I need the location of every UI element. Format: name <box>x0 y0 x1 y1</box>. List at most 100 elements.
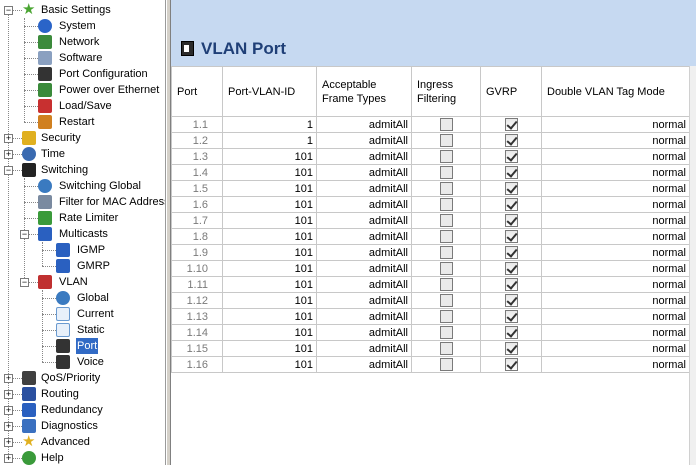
tree-item-poe[interactable]: Power over Ethernet <box>0 82 165 98</box>
gvrp-checkbox[interactable] <box>504 342 518 356</box>
tree-item-qos[interactable]: + QoS/Priority <box>0 370 165 386</box>
frame-types-cell[interactable]: admitAll <box>316 276 412 293</box>
tree-item-vlan[interactable]: − VLAN <box>0 274 165 290</box>
double-vlan-tag-mode-cell[interactable]: normal <box>541 148 690 165</box>
gvrp-checkbox[interactable] <box>504 214 518 228</box>
tree-item-vvoice[interactable]: Voice <box>0 354 165 370</box>
tree-item-routing[interactable]: + Routing <box>0 386 165 402</box>
table-row[interactable]: 1.10 101 admitAll normal <box>171 260 690 277</box>
table-row[interactable]: 1.13 101 admitAll normal <box>171 308 690 325</box>
table-row[interactable]: 1.15 101 admitAll normal <box>171 340 690 357</box>
tree-item-software[interactable]: Software <box>0 50 165 66</box>
expand-toggle-icon[interactable]: + <box>4 390 13 399</box>
ingress-filtering-checkbox[interactable] <box>439 214 453 228</box>
tree-item-vcurrent[interactable]: Current <box>0 306 165 322</box>
pvid-cell[interactable]: 101 <box>222 356 317 373</box>
ingress-filtering-checkbox[interactable] <box>439 278 453 292</box>
ingress-filtering-checkbox[interactable] <box>439 358 453 372</box>
table-row[interactable]: 1.3 101 admitAll normal <box>171 148 690 165</box>
tree-item-restart[interactable]: Restart <box>0 114 165 130</box>
frame-types-cell[interactable]: admitAll <box>316 228 412 245</box>
gvrp-checkbox[interactable] <box>504 230 518 244</box>
col-header-frame-types[interactable]: Acceptable Frame Types <box>316 66 412 117</box>
gvrp-checkbox[interactable] <box>504 246 518 260</box>
tree-item-diagnostics[interactable]: + Diagnostics <box>0 418 165 434</box>
expand-toggle-icon[interactable]: + <box>4 422 13 431</box>
gvrp-checkbox[interactable] <box>504 294 518 308</box>
frame-types-cell[interactable]: admitAll <box>316 132 412 149</box>
frame-types-cell[interactable]: admitAll <box>316 148 412 165</box>
frame-types-cell[interactable]: admitAll <box>316 244 412 261</box>
table-row[interactable]: 1.5 101 admitAll normal <box>171 180 690 197</box>
gvrp-checkbox[interactable] <box>504 198 518 212</box>
table-row[interactable]: 1.11 101 admitAll normal <box>171 276 690 293</box>
tree-item-macfilter[interactable]: Filter for MAC Addresses <box>0 194 165 210</box>
gvrp-checkbox[interactable] <box>504 262 518 276</box>
double-vlan-tag-mode-cell[interactable]: normal <box>541 180 690 197</box>
collapse-toggle-icon[interactable]: − <box>4 166 13 175</box>
double-vlan-tag-mode-cell[interactable]: normal <box>541 324 690 341</box>
ingress-filtering-checkbox[interactable] <box>439 134 453 148</box>
ingress-filtering-checkbox[interactable] <box>439 118 453 132</box>
tree-item-advanced[interactable]: + ★ Advanced <box>0 434 165 450</box>
col-header-ingress-filtering[interactable]: Ingress Filtering <box>411 66 481 117</box>
pvid-cell[interactable]: 101 <box>222 164 317 181</box>
gvrp-checkbox[interactable] <box>504 118 518 132</box>
gvrp-checkbox[interactable] <box>504 150 518 164</box>
pvid-cell[interactable]: 101 <box>222 148 317 165</box>
col-header-port[interactable]: Port <box>171 66 223 117</box>
tree-item-vstatic[interactable]: Static <box>0 322 165 338</box>
table-row[interactable]: 1.14 101 admitAll normal <box>171 324 690 341</box>
tree-item-vport[interactable]: Port <box>0 338 165 354</box>
gvrp-checkbox[interactable] <box>504 134 518 148</box>
ingress-filtering-checkbox[interactable] <box>439 262 453 276</box>
ingress-filtering-checkbox[interactable] <box>439 150 453 164</box>
pvid-cell[interactable]: 101 <box>222 340 317 357</box>
tree-item-basic[interactable]: − ★ Basic Settings <box>0 2 165 18</box>
double-vlan-tag-mode-cell[interactable]: normal <box>541 308 690 325</box>
table-row[interactable]: 1.7 101 admitAll normal <box>171 212 690 229</box>
double-vlan-tag-mode-cell[interactable]: normal <box>541 292 690 309</box>
double-vlan-tag-mode-cell[interactable]: normal <box>541 244 690 261</box>
expand-toggle-icon[interactable]: + <box>4 454 13 463</box>
tree-item-multicasts[interactable]: − Multicasts <box>0 226 165 242</box>
gvrp-checkbox[interactable] <box>504 326 518 340</box>
double-vlan-tag-mode-cell[interactable]: normal <box>541 356 690 373</box>
table-row[interactable]: 1.12 101 admitAll normal <box>171 292 690 309</box>
gvrp-checkbox[interactable] <box>504 310 518 324</box>
double-vlan-tag-mode-cell[interactable]: normal <box>541 164 690 181</box>
frame-types-cell[interactable]: admitAll <box>316 196 412 213</box>
expand-toggle-icon[interactable]: + <box>4 134 13 143</box>
table-row[interactable]: 1.16 101 admitAll normal <box>171 356 690 373</box>
table-row[interactable]: 1.6 101 admitAll normal <box>171 196 690 213</box>
double-vlan-tag-mode-cell[interactable]: normal <box>541 196 690 213</box>
tree-item-switching[interactable]: − Switching <box>0 162 165 178</box>
double-vlan-tag-mode-cell[interactable]: normal <box>541 116 690 133</box>
double-vlan-tag-mode-cell[interactable]: normal <box>541 260 690 277</box>
table-row[interactable]: 1.2 1 admitAll normal <box>171 132 690 149</box>
col-header-gvrp[interactable]: GVRP <box>480 66 542 117</box>
frame-types-cell[interactable]: admitAll <box>316 356 412 373</box>
tree-item-security[interactable]: + Security <box>0 130 165 146</box>
pvid-cell[interactable]: 101 <box>222 196 317 213</box>
frame-types-cell[interactable]: admitAll <box>316 292 412 309</box>
table-row[interactable]: 1.9 101 admitAll normal <box>171 244 690 261</box>
col-header-double-vlan[interactable]: Double VLAN Tag Mode <box>541 66 690 117</box>
expand-toggle-icon[interactable]: + <box>4 374 13 383</box>
frame-types-cell[interactable]: admitAll <box>316 180 412 197</box>
tree-item-igmp[interactable]: IGMP <box>0 242 165 258</box>
double-vlan-tag-mode-cell[interactable]: normal <box>541 212 690 229</box>
tree-item-help[interactable]: + Help <box>0 450 165 465</box>
tree-item-ratelimiter[interactable]: Rate Limiter <box>0 210 165 226</box>
pvid-cell[interactable]: 101 <box>222 212 317 229</box>
frame-types-cell[interactable]: admitAll <box>316 340 412 357</box>
frame-types-cell[interactable]: admitAll <box>316 116 412 133</box>
pvid-cell[interactable]: 101 <box>222 228 317 245</box>
gvrp-checkbox[interactable] <box>504 358 518 372</box>
tree-item-portcfg[interactable]: Port Configuration <box>0 66 165 82</box>
pvid-cell[interactable]: 101 <box>222 180 317 197</box>
frame-types-cell[interactable]: admitAll <box>316 308 412 325</box>
frame-types-cell[interactable]: admitAll <box>316 324 412 341</box>
pvid-cell[interactable]: 1 <box>222 116 317 133</box>
ingress-filtering-checkbox[interactable] <box>439 342 453 356</box>
